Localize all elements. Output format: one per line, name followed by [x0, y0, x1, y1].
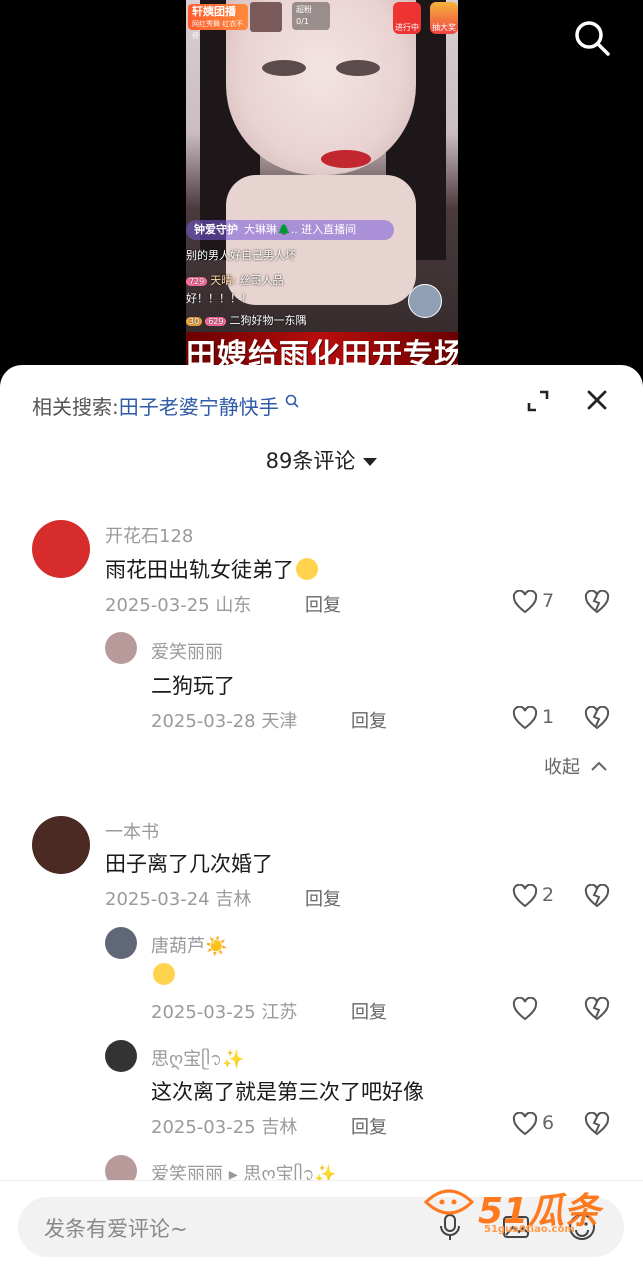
- related-search[interactable]: 相关搜索:田子老婆宁静快手: [32, 391, 299, 420]
- host-thumbnail[interactable]: [250, 2, 282, 32]
- comment-text: 雨花田出轨女徒弟了: [105, 554, 318, 584]
- chat-username: 天晴:: [210, 274, 236, 287]
- collapse-replies-button[interactable]: 收起: [544, 753, 608, 779]
- reply-button[interactable]: 回复: [351, 1113, 387, 1139]
- related-search-keyword[interactable]: 田子老婆宁静快手: [119, 395, 279, 419]
- avatar[interactable]: [105, 927, 137, 959]
- reply-button[interactable]: 回复: [351, 998, 387, 1024]
- close-button[interactable]: [584, 387, 610, 413]
- guard-text: 大琳琳🌲.. 进入直播间: [244, 223, 357, 236]
- avatar[interactable]: [32, 520, 90, 578]
- expand-button[interactable]: [526, 389, 550, 413]
- search-button[interactable]: [572, 18, 612, 58]
- like-count: 1: [542, 706, 555, 728]
- broken-heart-icon[interactable]: [584, 590, 610, 614]
- chat-level-badge: 30: [186, 317, 203, 326]
- crying-laughing-emoji-icon: [153, 963, 175, 985]
- video-scene-eye: [262, 60, 306, 76]
- crying-laughing-emoji-icon: [296, 558, 318, 580]
- broken-heart-icon[interactable]: [584, 997, 610, 1021]
- like-count: 2: [542, 884, 555, 906]
- comment-text: 田子离了几次婚了: [105, 852, 273, 876]
- guard-entry-notice: 钟爱守护 大琳琳🌲.. 进入直播间: [186, 220, 394, 240]
- comments-sheet: 相关搜索:田子老婆宁静快手 89条评论: [0, 365, 643, 1280]
- viewer-avatar[interactable]: [408, 284, 442, 318]
- comment-text: [151, 963, 175, 987]
- reply-button[interactable]: 回复: [305, 885, 341, 911]
- comment-username[interactable]: 一本书: [105, 818, 159, 844]
- comment-username[interactable]: 唐葫芦☀️: [151, 932, 227, 958]
- chat-level-badge: 729: [186, 277, 208, 286]
- heart-icon[interactable]: [512, 1112, 538, 1136]
- chat-text: 别的男人好自己男人坏: [186, 249, 296, 262]
- heart-icon[interactable]: [512, 590, 538, 614]
- watermark-url: 51gua0tiao.com: [484, 1224, 575, 1235]
- close-icon: [587, 390, 607, 410]
- watermark-logo: 51瓜条 51gua0tiao.com: [422, 1182, 622, 1242]
- live-video-area[interactable]: 轩姨团播 网红秀舞 红衣不停 超粉 0/1 进行中 抽大奖 钟爱守护 大琳琳🌲..…: [0, 0, 643, 380]
- fans-badge[interactable]: 超粉 0/1: [292, 2, 330, 30]
- comment-date-location: 2025-03-25 山东: [105, 595, 252, 616]
- avatar[interactable]: [105, 632, 137, 664]
- heart-icon[interactable]: [512, 706, 538, 730]
- chat-message: 别的男人好自己男人坏: [186, 247, 296, 263]
- fans-value: 0/1: [296, 17, 309, 26]
- lottery-button[interactable]: 抽大奖: [430, 2, 458, 34]
- live-top-bar: 轩姨团播 网红秀舞 红衣不停 超粉 0/1 进行中 抽大奖: [186, 0, 458, 40]
- search-icon: [285, 394, 299, 408]
- comment-date-location: 2025-03-25 吉林: [151, 1117, 298, 1138]
- avatar[interactable]: [105, 1040, 137, 1072]
- chat-text: 好！！！！！: [186, 292, 252, 305]
- collapse-label: 收起: [544, 757, 580, 778]
- caret-down-icon: [363, 458, 378, 466]
- chat-message: 30 629 二狗好物一东隅: [186, 312, 306, 328]
- comment-username[interactable]: 思ღ宝ᥫ᭡✨: [151, 1045, 244, 1079]
- comment-date-location: 2025-03-24 吉林: [105, 889, 252, 910]
- like-count: 7: [542, 590, 555, 612]
- broken-heart-icon[interactable]: [584, 706, 610, 730]
- video-scene-eye: [336, 60, 380, 76]
- team-sub: 网红秀舞 红衣不停: [192, 20, 244, 40]
- comment-input-placeholder: 发条有爱评论~: [44, 1217, 188, 1241]
- broken-heart-icon[interactable]: [584, 884, 610, 908]
- like-count: 6: [542, 1112, 555, 1134]
- comment-text: 这次离了就是第三次了吧好像: [151, 1080, 424, 1104]
- chat-message: 729 天晴: 丝哥人品: [186, 272, 284, 288]
- comment-text-content: 雨花田出轨女徒弟了: [105, 558, 294, 582]
- search-icon: [575, 21, 610, 56]
- comment-count-sort[interactable]: 89条评论: [0, 445, 643, 475]
- comment-date-location: 2025-03-28 天津: [151, 711, 298, 732]
- avatar[interactable]: [32, 816, 90, 874]
- related-search-label: 相关搜索:: [32, 395, 119, 419]
- heart-icon[interactable]: [512, 997, 538, 1021]
- chevron-up-icon: [591, 761, 607, 771]
- comment-count: 89条评论: [265, 449, 356, 473]
- broken-heart-icon[interactable]: [584, 1112, 610, 1136]
- team-badge[interactable]: 轩姨团播 网红秀舞 红衣不停: [188, 4, 248, 40]
- chat-level-badge: 629: [205, 317, 227, 326]
- comment-date-location: 2025-03-25 江苏: [151, 1002, 298, 1023]
- heart-icon[interactable]: [512, 884, 538, 908]
- activity-in-progress-button[interactable]: 进行中: [393, 2, 421, 34]
- activity-in-progress-label: 进行中: [395, 23, 419, 32]
- expand-icon: [527, 390, 549, 412]
- reply-button[interactable]: 回复: [305, 591, 341, 617]
- lottery-label: 抽大奖: [432, 23, 456, 32]
- video-scene-lips: [321, 150, 371, 168]
- team-label: 轩姨团播: [192, 5, 236, 18]
- guard-label: 钟爱守护: [194, 223, 238, 236]
- fans-label: 超粉: [296, 5, 312, 14]
- reply-button[interactable]: 回复: [351, 707, 387, 733]
- comment-username[interactable]: 开花石128: [105, 522, 193, 548]
- comment-username[interactable]: 爱笑丽丽: [151, 638, 223, 664]
- watermark-melon-icon: [423, 1189, 475, 1215]
- chat-message: 好！！！！！: [186, 290, 252, 306]
- live-stream-preview[interactable]: 轩姨团播 网红秀舞 红衣不停 超粉 0/1 进行中 抽大奖 钟爱守护 大琳琳🌲..…: [186, 0, 458, 380]
- chat-text: 二狗好物一东隅: [229, 314, 307, 327]
- chat-text: 丝哥人品: [239, 274, 284, 287]
- comment-text: 二狗玩了: [151, 674, 235, 698]
